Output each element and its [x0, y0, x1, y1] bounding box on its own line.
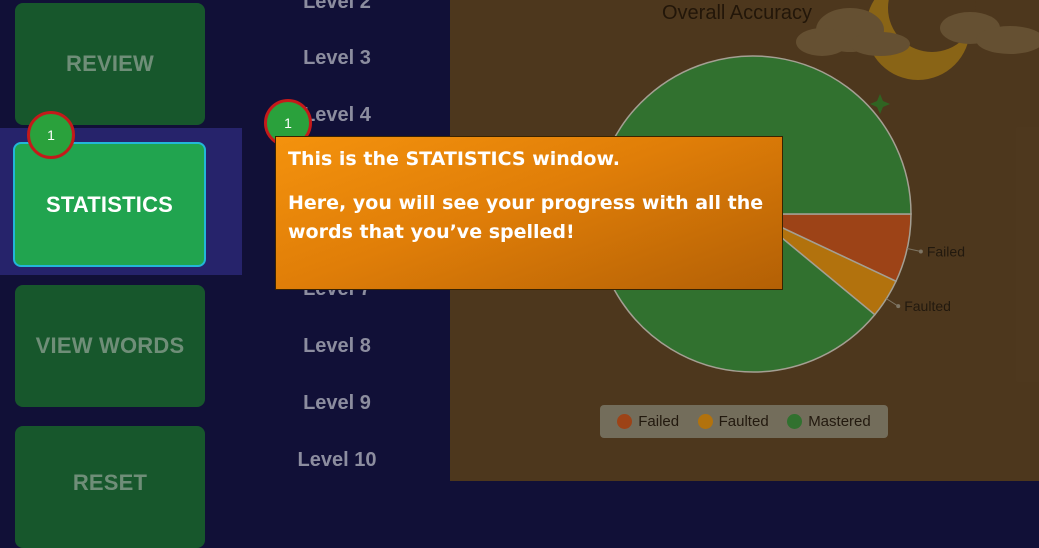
- tutorial-tooltip[interactable]: This is the STATISTICS window. Here, you…: [275, 136, 783, 290]
- level-item-3[interactable]: Level 3: [242, 47, 432, 70]
- level-item-10[interactable]: Level 10: [242, 449, 432, 472]
- level-item-2[interactable]: Level 2: [242, 0, 432, 14]
- reset-button[interactable]: RESET: [15, 426, 205, 548]
- tooltip-title: This is the STATISTICS window.: [288, 148, 621, 170]
- level-item-8[interactable]: Level 8: [242, 335, 432, 358]
- view-words-button[interactable]: VIEW WORDS: [15, 285, 205, 407]
- review-button[interactable]: REVIEW: [15, 3, 205, 125]
- level-item-9[interactable]: Level 9: [242, 392, 432, 415]
- tooltip-body: Here, you will see your progress with al…: [288, 192, 764, 243]
- statistics-button[interactable]: STATISTICS: [13, 142, 206, 267]
- main-nav: REVIEW STATISTICS VIEW WORDS RESET: [0, 0, 242, 548]
- tutorial-step-badge: 1: [27, 111, 75, 159]
